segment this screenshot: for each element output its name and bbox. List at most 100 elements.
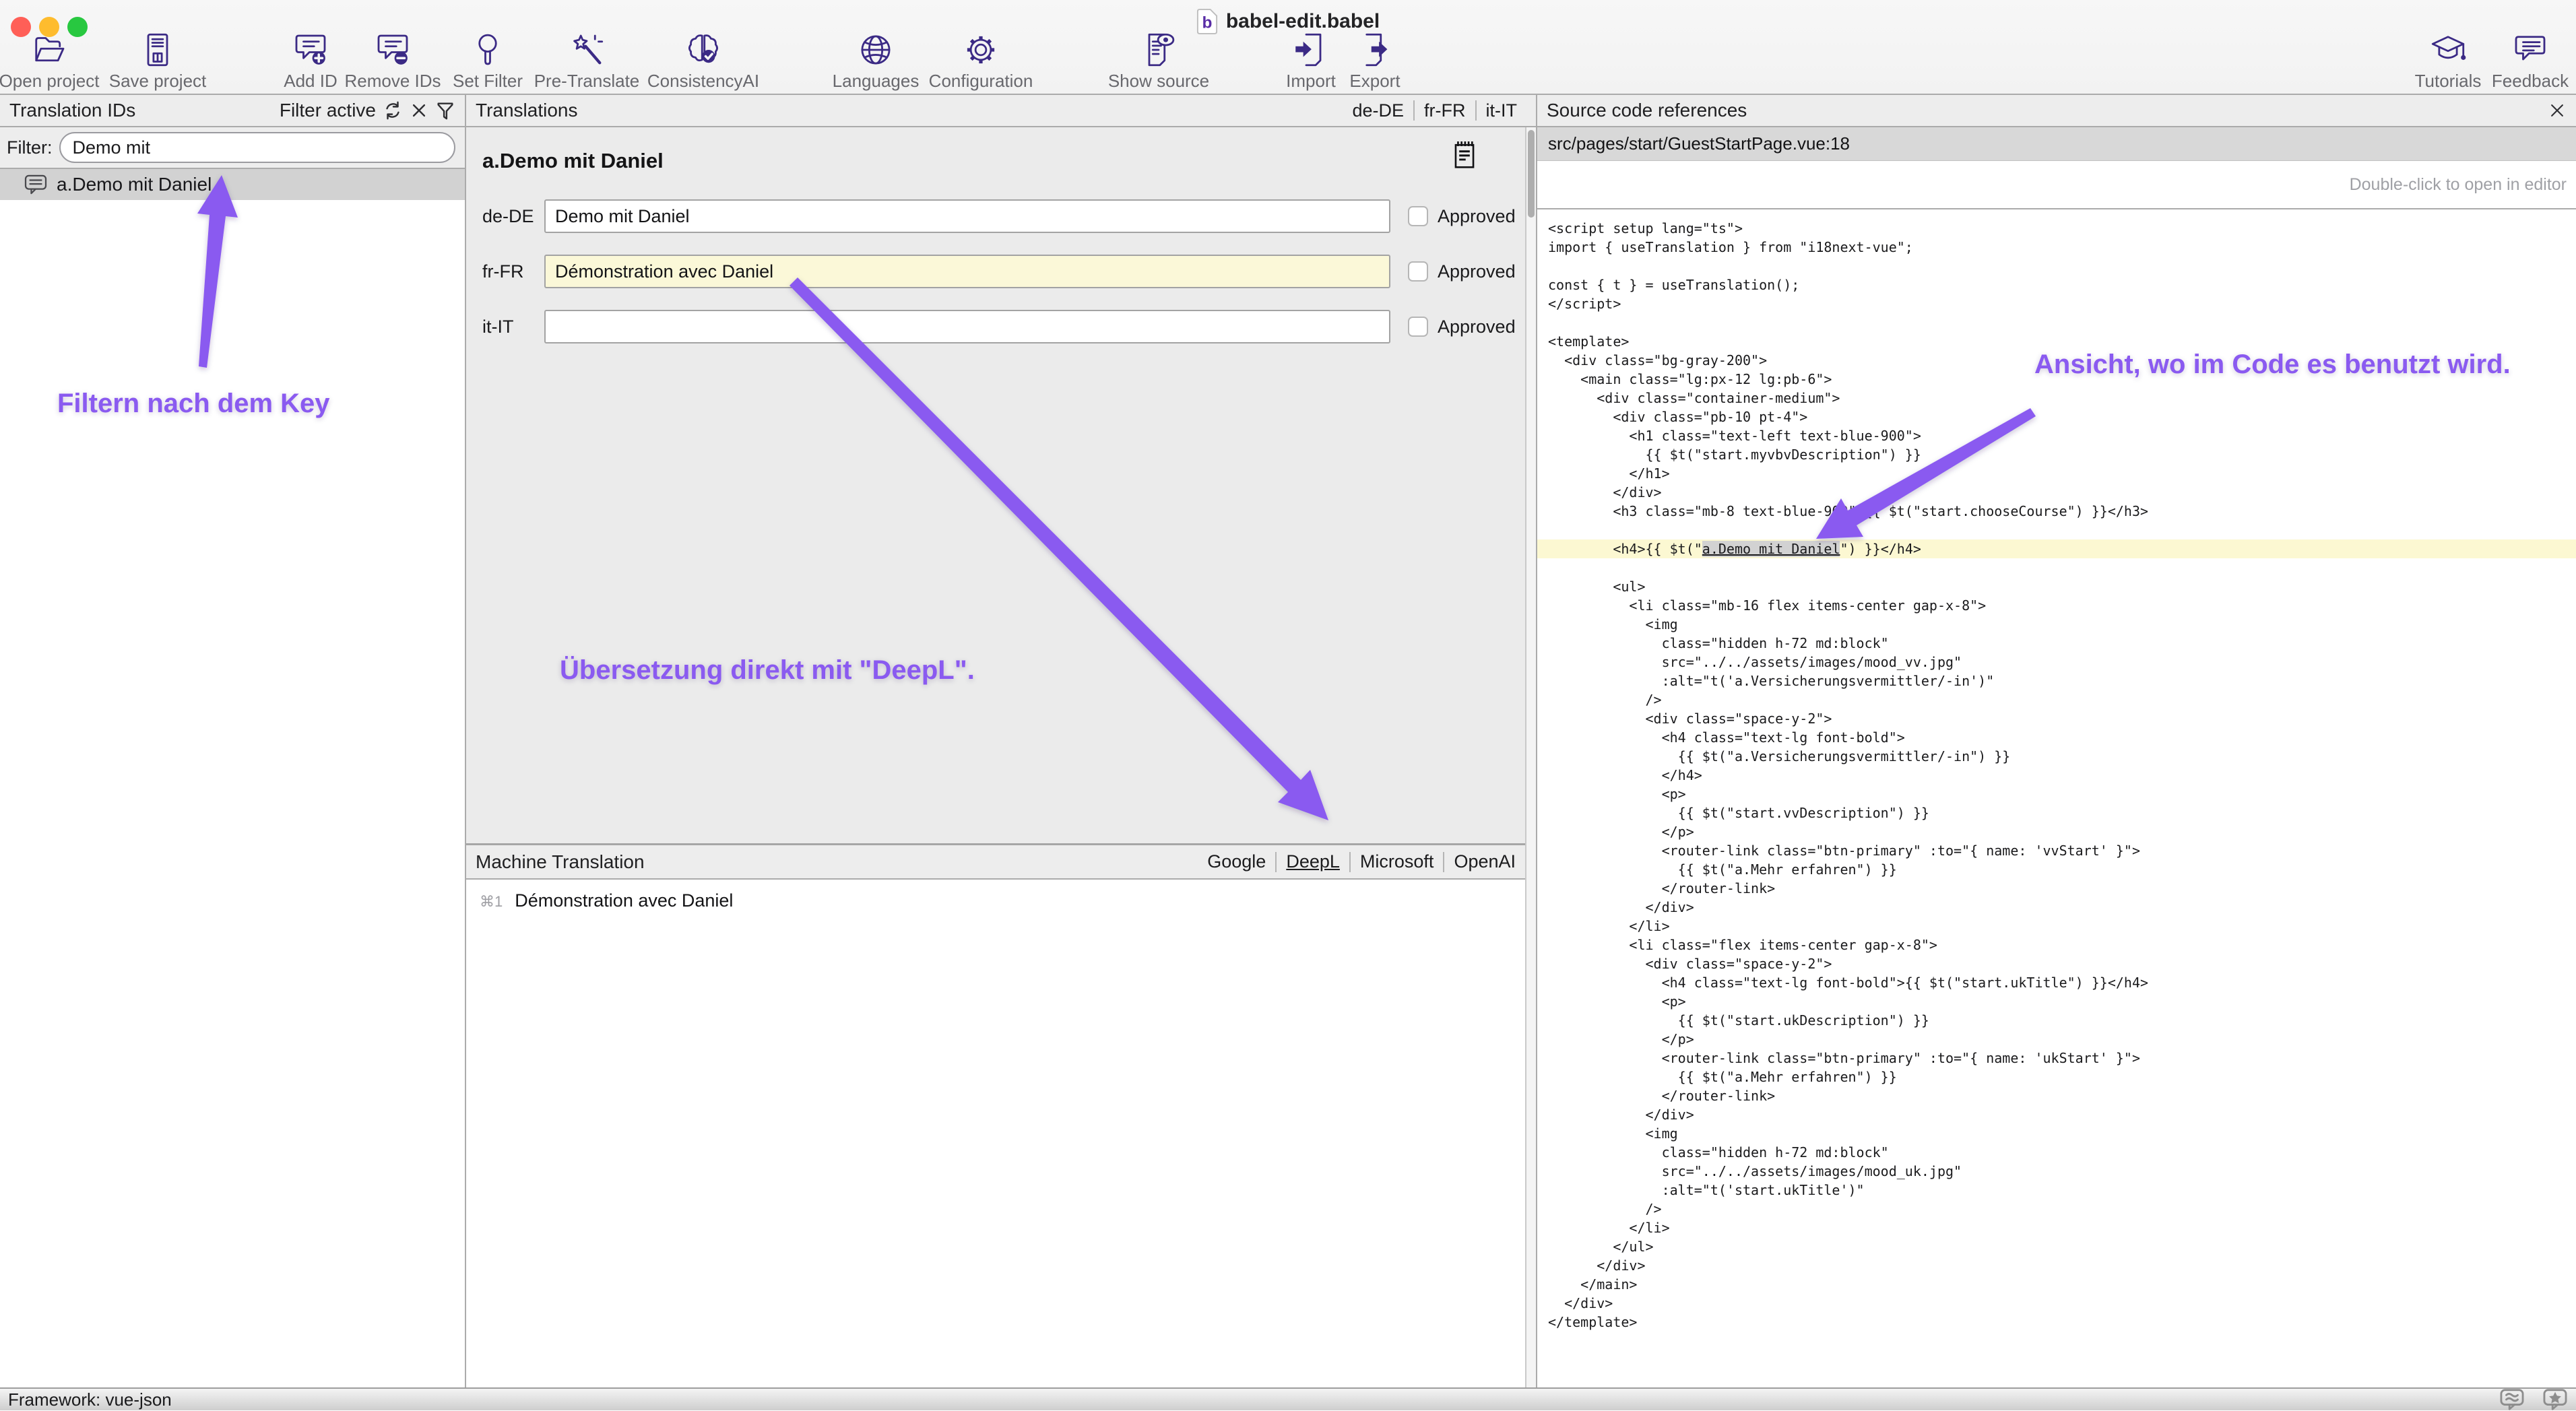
- language-tabs: de-DEfr-FRit-IT: [1343, 100, 1526, 121]
- translations-title: Translations: [476, 100, 577, 121]
- source-reference-item[interactable]: src/pages/start/GuestStartPage.vue:18: [1537, 127, 2576, 161]
- toolbar-button-export[interactable]: Export: [1318, 31, 1432, 92]
- provider-tab-openai[interactable]: OpenAI: [1444, 851, 1525, 872]
- add-id-icon: [292, 31, 329, 69]
- filter-row: Filter:: [0, 127, 465, 169]
- translation-ids-panel: Translation IDs Filter active Filter: a.…: [0, 94, 466, 1387]
- approved-label: Approved: [1438, 317, 1516, 337]
- toolbar-button-label: Export: [1349, 71, 1400, 92]
- toolbar-button-save-project[interactable]: Save project: [100, 31, 215, 92]
- approved-checkbox[interactable]: [1408, 206, 1428, 226]
- locale-label: fr-FR: [482, 261, 544, 282]
- language-tab-it-it[interactable]: it-IT: [1477, 100, 1527, 121]
- approved-checkbox[interactable]: [1408, 261, 1428, 282]
- notepad-icon[interactable]: [1451, 138, 1478, 172]
- filter-input[interactable]: [59, 132, 456, 163]
- toolbar-button-configuration[interactable]: Configuration: [924, 31, 1038, 92]
- toolbar-button-label: Feedback: [2492, 71, 2569, 92]
- code-line: />: [1548, 1200, 2576, 1218]
- filter-funnel-icon[interactable]: [435, 100, 455, 121]
- translation-input-it-IT[interactable]: [544, 310, 1390, 343]
- source-reference-path: src/pages/start/GuestStartPage.vue:18: [1548, 133, 1850, 154]
- close-panel-icon[interactable]: [2548, 101, 2567, 120]
- toolbar-button-consistencyai[interactable]: ConsistencyAI: [646, 31, 761, 92]
- translation-row-it-IT: it-ITApproved: [482, 310, 1520, 343]
- entry-title: a.Demo mit Daniel: [482, 149, 664, 173]
- code-line: <h4 class="text-lg font-bold">: [1548, 728, 2576, 747]
- translations-scrollbar[interactable]: [1525, 127, 1536, 1387]
- toolbar-button-open-project[interactable]: Open project: [0, 31, 106, 92]
- toolbar-button-label: Pre-Translate: [534, 71, 640, 92]
- code-line: <p>: [1548, 992, 2576, 1011]
- code-line: </script>: [1548, 294, 2576, 313]
- translation-id-item[interactable]: a.Demo mit Daniel: [0, 169, 465, 200]
- code-line: {{ $t("start.vvDescription") }}: [1548, 803, 2576, 822]
- framework-label: Framework: vue-json: [8, 1389, 172, 1410]
- feedback-icon: [2511, 31, 2549, 69]
- approved-checkbox[interactable]: [1408, 317, 1428, 337]
- code-line: src="../../assets/images/mood_uk.jpg": [1548, 1162, 2576, 1181]
- translation-input-fr-FR[interactable]: [544, 255, 1390, 288]
- scrollbar-thumb[interactable]: [1528, 130, 1535, 218]
- translation-ids-title: Translation IDs: [9, 100, 135, 121]
- highlighted-token: a.Demo mit Daniel: [1702, 541, 1840, 557]
- source-code-header: Source code references: [1537, 94, 2576, 127]
- mt-suggestion[interactable]: ⌘1 Démonstration avec Daniel: [480, 890, 733, 911]
- code-line-highlighted: <h4>{{ $t("a.Demo mit Daniel") }}</h4>: [1537, 539, 2576, 558]
- code-line: </router-link>: [1548, 879, 2576, 898]
- toolbar-button-label: Set Filter: [453, 71, 523, 92]
- filter-label: Filter:: [7, 137, 53, 158]
- toolbar-button-show-source[interactable]: Show source: [1101, 31, 1216, 92]
- provider-tab-microsoft[interactable]: Microsoft: [1351, 851, 1444, 872]
- code-line: </div>: [1548, 898, 2576, 917]
- code-line: </div>: [1548, 1256, 2576, 1275]
- toolbar-button-label: Configuration: [929, 71, 1033, 92]
- hint-row: Double-click to open in editor: [1537, 161, 2576, 209]
- rate-app-star-icon[interactable]: [2542, 1388, 2568, 1411]
- code-line: </template>: [1548, 1313, 2576, 1332]
- clear-filter-icon[interactable]: [410, 101, 428, 120]
- code-line: <li class="mb-16 flex items-center gap-x…: [1548, 596, 2576, 615]
- locale-label: de-DE: [482, 206, 544, 227]
- code-line: <h3 class="mb-8 text-blue-900">{{ $t("st…: [1548, 502, 2576, 521]
- annotation-filter-note: Filtern nach dem Key: [57, 389, 330, 419]
- translation-row-fr-FR: fr-FRApproved: [482, 255, 1520, 288]
- refresh-filter-icon[interactable]: [383, 100, 403, 121]
- open-in-editor-hint: Double-click to open in editor: [2350, 175, 2567, 195]
- machine-translation-body: ⌘1 Démonstration avec Daniel: [466, 880, 1536, 1387]
- code-line: <h4 class="text-lg font-bold">{{ $t("sta…: [1548, 973, 2576, 992]
- code-line: </router-link>: [1548, 1086, 2576, 1105]
- code-line: class="hidden h-72 md:block": [1548, 634, 2576, 653]
- code-line: </li>: [1548, 1218, 2576, 1237]
- code-line: <img: [1548, 615, 2576, 634]
- translation-id-list: a.Demo mit Daniel: [0, 169, 465, 200]
- code-line: {{ $t("start.myvbvDescription") }}: [1548, 445, 2576, 464]
- window-titlebar: b babel-edit.babel Open project Save pro…: [0, 0, 2576, 94]
- provider-tab-google[interactable]: Google: [1198, 851, 1275, 872]
- comment-bubble-icon: [24, 174, 47, 195]
- show-source-icon: [1140, 31, 1178, 69]
- language-tab-fr-fr[interactable]: fr-FR: [1415, 100, 1475, 121]
- svg-text:b: b: [1202, 13, 1212, 32]
- code-line: <div class="container-medium">: [1548, 389, 2576, 407]
- provider-tab-deepl[interactable]: DeepL: [1277, 851, 1349, 872]
- code-line: {{ $t("a.Mehr erfahren") }}: [1548, 1068, 2576, 1086]
- toolbar-button-pre-translate[interactable]: Pre-Translate: [529, 31, 644, 92]
- code-line: </div>: [1548, 1294, 2576, 1313]
- open-project-icon: [30, 31, 68, 69]
- code-line: <div class="space-y-2">: [1548, 954, 2576, 973]
- code-line: </li>: [1548, 917, 2576, 936]
- translation-input-de-DE[interactable]: [544, 199, 1390, 233]
- code-line: <div class="space-y-2">: [1548, 709, 2576, 728]
- toolbar-button-set-filter[interactable]: Set Filter: [430, 31, 545, 92]
- whats-new-bubble-icon[interactable]: [2499, 1388, 2525, 1411]
- translation-id-label: a.Demo mit Daniel: [57, 174, 212, 195]
- code-line: </div>: [1548, 1105, 2576, 1124]
- code-line: class="hidden h-72 md:block": [1548, 1143, 2576, 1162]
- toolbar-button-feedback[interactable]: Feedback: [2473, 31, 2576, 92]
- toolbar-button-languages[interactable]: Languages: [818, 31, 933, 92]
- language-tab-de-de[interactable]: de-DE: [1343, 100, 1413, 121]
- code-line: [1548, 521, 2576, 539]
- code-line: import { useTranslation } from "i18next-…: [1548, 238, 2576, 257]
- translation-ids-header: Translation IDs Filter active: [0, 94, 465, 127]
